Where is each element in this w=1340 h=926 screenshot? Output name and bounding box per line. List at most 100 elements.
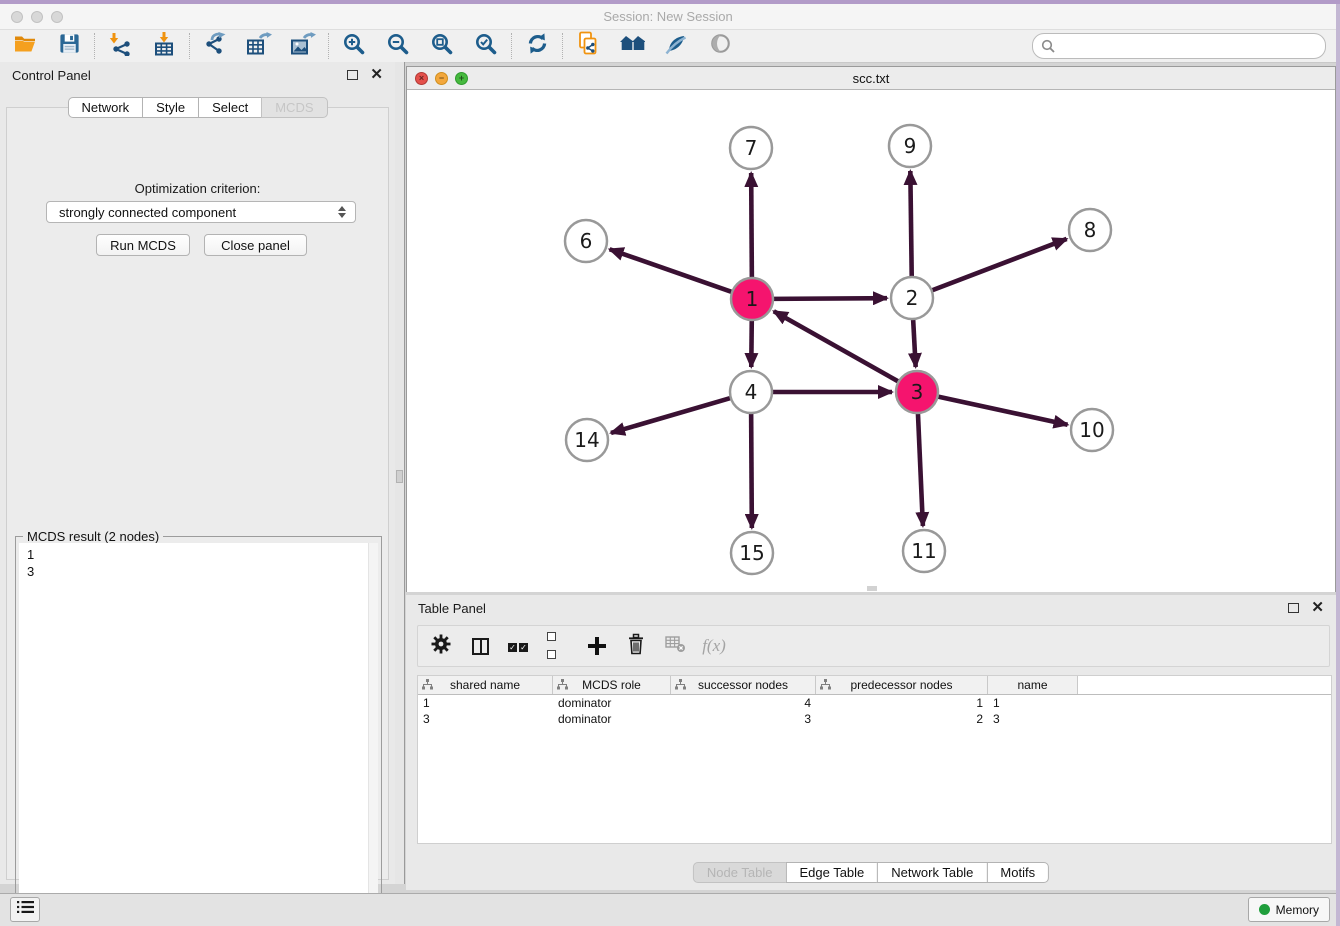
open-folder-icon	[13, 32, 37, 61]
tab-select[interactable]: Select	[198, 97, 262, 118]
zoom-fit-button[interactable]	[430, 34, 454, 58]
memory-label: Memory	[1276, 903, 1319, 917]
table-cell-name[interactable]: 1	[988, 695, 1078, 711]
function-builder-button[interactable]: f(x)	[703, 635, 725, 657]
graph-edge-3-1[interactable]	[774, 311, 899, 381]
table-tab-network-table[interactable]: Network Table	[877, 862, 987, 883]
panel-splitter[interactable]	[395, 62, 405, 884]
import-network-button[interactable]	[108, 34, 132, 58]
table-row[interactable]: 3dominator323	[418, 711, 1331, 727]
table-cell-predecessor-nodes[interactable]: 1	[816, 695, 988, 711]
mcds-result-textarea[interactable]: 13	[19, 543, 378, 912]
network-canvas[interactable]: 7968124314101511	[407, 90, 1335, 592]
column-header-mcds-role[interactable]: MCDS role	[553, 676, 671, 694]
attribute-settings-button[interactable]	[430, 635, 452, 657]
table-tab-node-table[interactable]: Node Table	[693, 862, 787, 883]
close-panel-icon[interactable]: ✕	[370, 70, 383, 80]
table-cell-mcds-role[interactable]: dominator	[553, 711, 671, 727]
criterion-select[interactable]: strongly connected component	[46, 201, 356, 223]
import-table-button[interactable]	[152, 34, 176, 58]
graph-edge-4-15[interactable]	[751, 413, 752, 528]
graph-edge-3-10[interactable]	[938, 396, 1068, 424]
run-mcds-button[interactable]: Run MCDS	[96, 234, 190, 256]
control-panel-title: Control Panel	[12, 68, 91, 83]
zoom-out-button[interactable]	[386, 34, 410, 58]
mcds-result-box: MCDS result (2 nodes) 13	[15, 536, 382, 916]
table-cell-mcds-role[interactable]: dominator	[553, 695, 671, 711]
table-tab-motifs[interactable]: Motifs	[986, 862, 1049, 883]
graph-edge-1-7[interactable]	[751, 173, 752, 278]
import-table-icon	[152, 32, 176, 61]
zoom-selected-button[interactable]	[474, 34, 498, 58]
table-cell-predecessor-nodes[interactable]: 2	[816, 711, 988, 727]
table-cell-shared-name[interactable]: 1	[418, 695, 553, 711]
zoom-in-button[interactable]	[342, 34, 366, 58]
export-network-button[interactable]	[203, 34, 227, 58]
open-session-button[interactable]	[13, 34, 37, 58]
column-layout-button[interactable]	[469, 635, 491, 657]
unchecked-boxes-icon	[547, 628, 569, 664]
graph-edge-1-4[interactable]	[751, 320, 752, 367]
gear-icon	[431, 634, 451, 659]
table-cell-shared-name[interactable]: 3	[418, 711, 553, 727]
tab-mcds[interactable]: MCDS	[261, 97, 327, 118]
add-row-button[interactable]	[586, 635, 608, 657]
table-cell-name[interactable]: 3	[988, 711, 1078, 727]
graph-edge-2-8[interactable]	[932, 239, 1067, 291]
select-all-columns-button[interactable]: ✓✓	[508, 635, 530, 657]
close-panel-button[interactable]: Close panel	[204, 234, 307, 256]
export-image-button[interactable]	[291, 34, 315, 58]
export-image-icon	[290, 32, 316, 61]
graph-edge-4-14[interactable]	[611, 398, 731, 433]
graph-edge-2-3[interactable]	[913, 319, 916, 367]
eye-icon	[709, 32, 732, 60]
column-header-shared-name[interactable]: shared name	[418, 676, 553, 694]
apply-layout-button[interactable]	[525, 34, 549, 58]
first-neighbors-button[interactable]	[620, 34, 644, 58]
apply-style-button[interactable]	[664, 34, 688, 58]
graph-edge-1-2[interactable]	[773, 298, 887, 299]
column-label: successor nodes	[698, 678, 788, 692]
column-header-name[interactable]: name	[988, 676, 1078, 694]
trash-icon	[626, 633, 646, 660]
export-network-icon	[203, 32, 228, 61]
control-panel-tabs: NetworkStyleSelectMCDS	[67, 97, 327, 118]
graph-edge-3-11[interactable]	[918, 413, 923, 526]
graph-svg: 7968124314101511	[407, 90, 1335, 592]
show-hide-button[interactable]	[708, 34, 732, 58]
plus-icon	[588, 637, 606, 655]
tab-network[interactable]: Network	[67, 97, 143, 118]
graph-edge-2-9[interactable]	[910, 171, 911, 277]
task-history-button[interactable]	[10, 897, 40, 922]
clone-network-button[interactable]	[576, 34, 600, 58]
tab-style[interactable]: Style	[142, 97, 199, 118]
table-cell-successor-nodes[interactable]: 3	[671, 711, 816, 727]
graph-edge-1-6[interactable]	[610, 249, 733, 292]
table-tab-edge-table[interactable]: Edge Table	[785, 862, 878, 883]
checked-boxes-icon: ✓✓	[508, 637, 530, 655]
delete-row-button[interactable]	[625, 635, 647, 657]
float-table-panel-icon[interactable]	[1288, 603, 1299, 613]
canvas-scrollbar-thumb[interactable]	[867, 586, 877, 591]
close-table-panel-icon[interactable]: ✕	[1311, 603, 1324, 613]
table-cell-successor-nodes[interactable]: 4	[671, 695, 816, 711]
deselect-all-columns-button[interactable]	[547, 635, 569, 657]
graph-node-label-9: 9	[904, 134, 917, 158]
result-scrollbar[interactable]	[368, 543, 378, 912]
memory-button[interactable]: Memory	[1248, 897, 1330, 922]
splitter-handle[interactable]	[396, 470, 403, 483]
float-panel-icon[interactable]	[347, 70, 358, 80]
memory-status-icon	[1259, 904, 1270, 915]
save-session-button[interactable]	[57, 34, 81, 58]
delete-table-button[interactable]	[664, 635, 686, 657]
table-row[interactable]: 1dominator411	[418, 695, 1331, 711]
column-header-predecessor-nodes[interactable]: predecessor nodes	[816, 676, 988, 694]
column-header-successor-nodes[interactable]: successor nodes	[671, 676, 816, 694]
style-brush-icon	[664, 32, 688, 61]
search-input[interactable]	[1055, 35, 1325, 57]
fx-icon: f(x)	[702, 636, 726, 656]
select-stepper-icon	[338, 206, 346, 218]
export-table-button[interactable]	[247, 34, 271, 58]
criterion-value: strongly connected component	[47, 205, 338, 220]
optimization-label: Optimization criterion:	[7, 181, 388, 196]
